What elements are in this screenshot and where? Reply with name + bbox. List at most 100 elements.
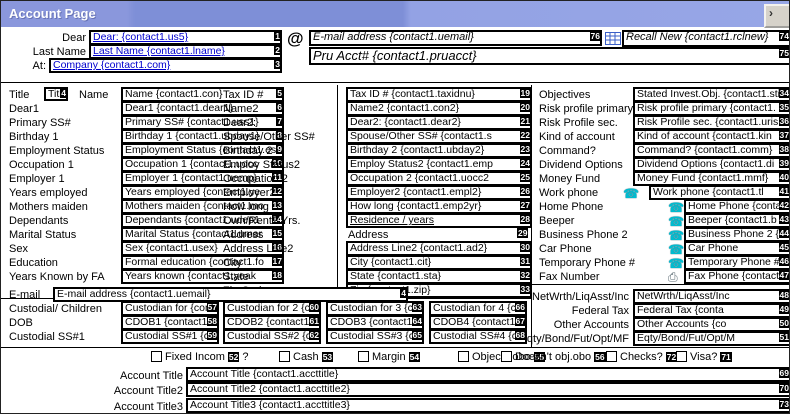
risk-profile-sec-field[interactable]: Risk Profile sec. {contact1.uris36 [633, 115, 790, 130]
custodial-field-3-3[interactable]: Custodial SS#3 {c65 [326, 329, 424, 344]
employ-status2-label: Employ Status2 [223, 159, 300, 171]
risk-profile-sec-label: Risk Profile sec. [539, 117, 618, 129]
dear1-field[interactable]: Dear1 {contact1.dear1}6 [121, 101, 284, 116]
custodial-field-4-3[interactable]: Custodial SS#4 {c68 [429, 329, 527, 344]
eqty-bond-fut-opt-mf-field[interactable]: Eqty/Bond/Fut/Opt/M51 [633, 331, 790, 346]
title-field[interactable]: Title4 [44, 87, 68, 101]
temporary-phone-field[interactable]: Temporary Phone #46 [684, 255, 790, 270]
years-known-by-fa-field[interactable]: Years known {contact1.yeak18 [121, 269, 284, 284]
last-name-field[interactable]: Last Name {contact1.lname}2 [89, 44, 282, 59]
custodial-field-3-2[interactable]: CDOB3 {contact1.c64 [326, 315, 424, 330]
objects-obo-checkbox[interactable] [458, 351, 469, 362]
titlebar-button[interactable]: › [764, 4, 790, 28]
money-fund-field[interactable]: Money Fund {contact1.mmf}40 [633, 171, 790, 186]
dear2-field-text: Dear2: {contact1.dear2} [350, 117, 461, 128]
risk-profile-sec-field-text: Risk Profile sec. {contact1.uris [637, 117, 778, 128]
tax-id-field-text: Tax ID # {contact1.taxidnu} [350, 89, 475, 100]
e-mail-field[interactable]: E-mail address {contact1.uemail}4 [53, 287, 408, 302]
primary-ss-label: Primary SS# [9, 117, 71, 129]
custodial-field-3-1[interactable]: Custodian for 3 {c63 [326, 301, 424, 316]
work-phone-field[interactable]: Work phone {contact1.tl41 [649, 185, 790, 200]
recall-new-field-text: Recall New {contact1.rclnew} [626, 32, 768, 43]
custodial-field-4-2[interactable]: CDOB4 {contact1.c67 [429, 315, 527, 330]
risk-profile-primary-field[interactable]: Risk profile primary {contact1.35 [633, 101, 790, 116]
field-number-badge: 45 [779, 242, 790, 252]
federal-tax-field-text: Federal Tax {conta [637, 305, 724, 316]
cash-checkbox-label: Cash [293, 351, 319, 363]
federal-tax-field[interactable]: Federal Tax {conta49 [633, 303, 790, 318]
command-label: Command? [539, 145, 596, 157]
name2-label: Name2 [223, 103, 258, 115]
name2-field[interactable]: Name2 {contact1.con2}20 [346, 101, 532, 116]
custodial-field-1-3[interactable]: Custodial SS#1 {co59 [121, 329, 219, 344]
own-rent-yrs-field[interactable]: Residence / years28 [346, 213, 532, 228]
marital-status-label: Marital Status [9, 229, 76, 241]
at-field[interactable]: Company {contact1.com}3 [49, 58, 282, 73]
car-phone-field[interactable]: Car Phone45 [684, 241, 790, 256]
checkbox-item-checks: Checks?72 [606, 350, 680, 363]
checks-checkbox[interactable] [606, 351, 617, 362]
fixed-incom-checkbox[interactable] [151, 351, 162, 362]
custodial-field-2-1-text: Custodian for 2 {c [227, 303, 310, 314]
birthday-2-field[interactable]: Birthday 2 {contact1.ubday2}23 [346, 143, 532, 158]
objectives-field[interactable]: Stated Invest.Obj. {contact1.stinob34 [633, 87, 790, 102]
home-phone-field[interactable]: Home Phone {conta42 [684, 199, 790, 214]
checkbox-item-cash: Cash53 [279, 350, 336, 363]
other-accounts-field[interactable]: Other Accounts {co50 [633, 317, 790, 332]
account-title-field[interactable]: Account Title {contact1.accttitle}69 [186, 367, 790, 382]
field-number-badge: 4 [60, 88, 67, 98]
kind-of-account-field[interactable]: Kind of account {contact1.kin37 [633, 129, 790, 144]
cash-checkbox[interactable] [279, 351, 290, 362]
netwrth-liqasst-inc-field-text: NetWrth/LiqAsst/Inc [637, 291, 730, 302]
at-field-text: Company {contact1.com} [53, 60, 170, 71]
occupation-2-field[interactable]: Occupation 2 {contact1.uocc225 [346, 171, 532, 186]
field-number-badge: 25 [520, 172, 531, 182]
risk-profile-primary-label: Risk profile primary [539, 103, 633, 115]
state-field[interactable]: State {contact1.sta}32 [346, 269, 532, 284]
fax-number-field[interactable]: Fax Phone {contact47 [684, 269, 790, 284]
custodial-field-3-1-text: Custodian for 3 {c [330, 303, 413, 314]
recall-new-field[interactable]: Recall New {contact1.rclnew}74 [622, 30, 790, 47]
employer2-field[interactable]: Employer2 {contact1.empl2}26 [346, 185, 532, 200]
dear-field[interactable]: Dear: {contact1.us5}1 [89, 30, 282, 45]
custodial-field-1-1[interactable]: Custodian for {cont57 [121, 301, 219, 316]
employer2-field-text: Employer2 {contact1.empl2} [350, 187, 481, 198]
tax-id-field[interactable]: Tax ID # {contact1.taxidnu} 19 [346, 87, 532, 102]
margin-checkbox[interactable] [358, 351, 369, 362]
dividend-options-label: Dividend Options [539, 159, 623, 171]
field-number-badge: 64 [412, 316, 423, 326]
divider-line [1, 347, 790, 348]
custodial-field-2-3[interactable]: Custodial SS#2 {c62 [223, 329, 321, 344]
command-field[interactable]: Command? {contact1.comm}38 [633, 143, 790, 158]
custodial-field-1-2[interactable]: CDOB1 {contact1.c58 [121, 315, 219, 330]
city-field-text: City {contact1.cit} [350, 257, 431, 268]
field-number-badge: 63 [412, 302, 423, 312]
custodial-field-2-1[interactable]: Custodian for 2 {c60 [223, 301, 321, 316]
account-title3-field[interactable]: Account Title3 {contact1.accttitle3}73 [186, 398, 790, 413]
email-address-field[interactable]: E-mail address {contact1.uemail}76 [309, 30, 602, 46]
field-number-badge: 61 [309, 316, 320, 326]
custodial-field-2-2[interactable]: CDOB2 {contact1.61 [223, 315, 321, 330]
field-number-badge: 19 [520, 88, 531, 98]
education-field[interactable]: Formal education {contact1.fo17 [121, 255, 284, 270]
dividend-options-field-text: Dividend Options {contact1.di [637, 159, 774, 170]
pru-acct-field[interactable]: Pru Acct# {contact1.pruacct}75 [309, 47, 790, 65]
spouse-other-ss-field[interactable]: Spouse/Other SS# {contact1.s22 [346, 129, 532, 144]
how-long-field[interactable]: How long {contact1.emp2yr}27 [346, 199, 532, 214]
address-line2-field[interactable]: Address Line2 {contact1.ad2}30 [346, 241, 532, 256]
doesn-t-obj-obo-checkbox[interactable] [501, 351, 512, 362]
field-number-badge: 29 [517, 228, 528, 238]
employ-status2-field[interactable]: Employ Status2 {contact1.emp24 [346, 157, 532, 172]
custodial-field-4-2-text: CDOB4 {contact1.c [433, 317, 523, 328]
beeper-field[interactable]: Beeper {contact1.b43 [684, 213, 790, 228]
netwrth-liqasst-inc-field[interactable]: NetWrth/LiqAsst/Inc48 [633, 289, 790, 304]
dear2-field[interactable]: Dear2: {contact1.dear2}21 [346, 115, 532, 130]
account-title2-field[interactable]: Account Title2 {contact1.accttitle2}70 [186, 382, 790, 397]
visa-checkbox[interactable] [676, 351, 687, 362]
custodial-field-4-1[interactable]: Custodian for 4 {c66 [429, 301, 527, 316]
work-phone-label: Work phone [539, 187, 598, 199]
dividend-options-field[interactable]: Dividend Options {contact1.di39 [633, 157, 790, 172]
primary-ss-field[interactable]: Primary SS# {contact1.uss1}7 [121, 115, 284, 130]
city-field[interactable]: City {contact1.cit}31 [346, 255, 532, 270]
business-phone-2-field[interactable]: Business Phone 2 {44 [684, 227, 790, 242]
